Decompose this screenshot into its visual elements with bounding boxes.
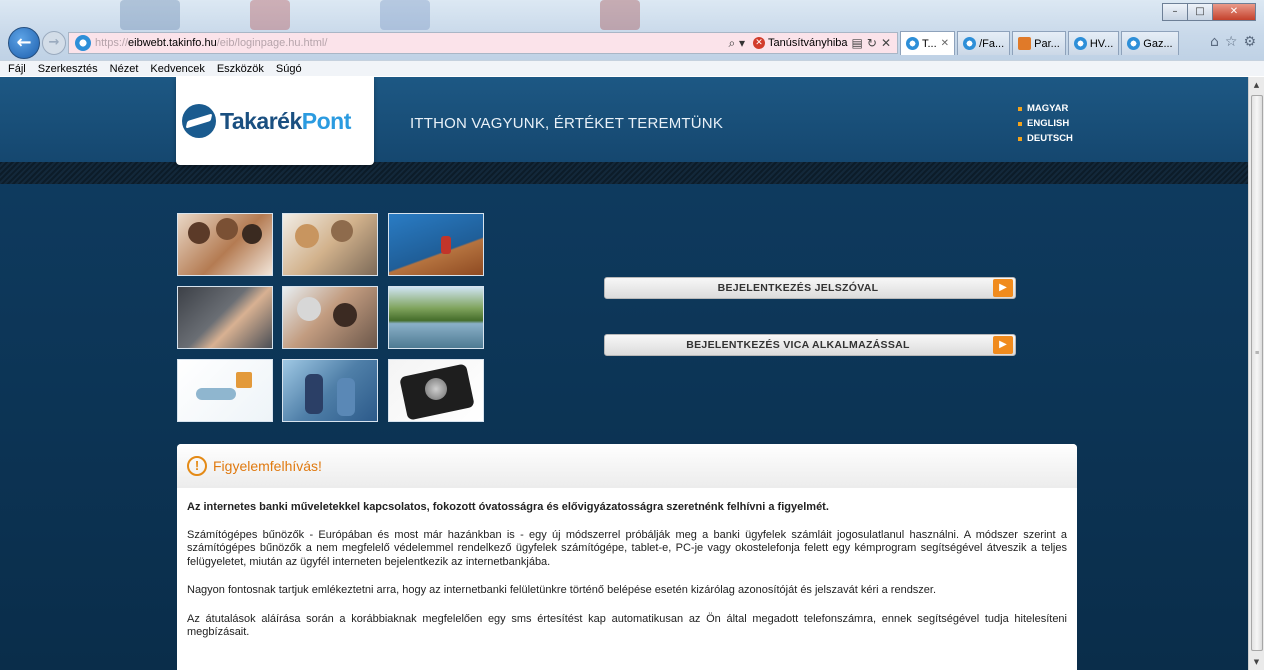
- forward-button[interactable]: →: [42, 31, 66, 55]
- tab-label: /Fa...: [979, 37, 1005, 50]
- arrow-right-icon: ▶: [993, 279, 1013, 297]
- notice-paragraph: Számítógépes bűnözők - Európában és most…: [187, 528, 1067, 568]
- notice-lead: Az internetes banki műveletekkel kapcsol…: [187, 501, 829, 513]
- menu-view[interactable]: Nézet: [110, 63, 139, 75]
- search-dropdown-icon[interactable]: ⌕ ▾: [728, 36, 745, 51]
- home-icon[interactable]: ⌂: [1210, 34, 1219, 50]
- bullet-icon: [1018, 106, 1022, 111]
- scroll-up-arrow-icon[interactable]: ▲: [1249, 77, 1264, 93]
- tab-label: Gaz...: [1143, 37, 1173, 50]
- photo-couple: [282, 286, 378, 349]
- language-label: ENGLISH: [1027, 118, 1070, 129]
- tab-hv[interactable]: HV...: [1067, 31, 1120, 55]
- partner-icon: [1018, 37, 1032, 50]
- login-vica-label: BEJELENTKEZÉS VICA ALKALMAZÁSSAL: [686, 339, 910, 351]
- scroll-down-arrow-icon[interactable]: ▼: [1249, 654, 1264, 670]
- url-scheme: https://: [95, 37, 129, 49]
- tab-strip: T... ✕ /Fa... Par... HV... Gaz...: [900, 31, 1181, 55]
- tab-label: T...: [922, 37, 937, 50]
- photo-friends-laptop: [177, 213, 273, 276]
- url-host: eibwebt.takinfo.hu: [128, 37, 217, 49]
- error-icon: ✕: [753, 37, 766, 49]
- tab-close-icon[interactable]: ✕: [941, 38, 949, 49]
- photo-family: [282, 213, 378, 276]
- tab-label: HV...: [1089, 37, 1114, 50]
- logo-text-part1: Takarék: [220, 107, 302, 134]
- scroll-grip-icon: ≡: [1255, 350, 1260, 357]
- language-label: DEUTSCH: [1027, 133, 1073, 144]
- warning-icon: !: [187, 456, 207, 476]
- bullet-icon: [1018, 136, 1022, 141]
- photo-thumbs-up: [177, 286, 273, 349]
- certificate-error[interactable]: ✕ Tanúsítványhiba: [749, 37, 852, 49]
- favorites-star-icon[interactable]: ☆: [1225, 34, 1238, 50]
- settings-gear-icon[interactable]: ⚙: [1243, 34, 1256, 50]
- notice-paragraph: Az átutalások aláírása során a korábbiak…: [187, 612, 1067, 639]
- language-german[interactable]: DEUTSCH: [1018, 131, 1073, 146]
- language-hungarian[interactable]: MAGYAR: [1018, 101, 1073, 116]
- logo-emblem-icon: [182, 104, 216, 138]
- refresh-icon[interactable]: ↻: [867, 36, 877, 50]
- taskbar-thumbnail: [120, 0, 180, 30]
- vertical-scrollbar[interactable]: ▲ ≡ ▼: [1248, 77, 1264, 670]
- language-selector: MAGYAR ENGLISH DEUTSCH: [1018, 101, 1073, 146]
- address-bar[interactable]: https:// eibwebt.takinfo.hu /eib/loginpa…: [68, 32, 898, 54]
- photo-lake: [388, 286, 484, 349]
- photo-young-couple: [282, 359, 378, 422]
- login-password-label: BEJELENTKEZÉS JELSZÓVAL: [717, 282, 879, 294]
- close-window-button[interactable]: ✕: [1212, 3, 1256, 21]
- taskbar-thumbnail: [380, 0, 430, 30]
- maximize-button[interactable]: □: [1187, 3, 1213, 21]
- certificate-error-label: Tanúsítványhiba: [768, 37, 848, 49]
- logo-text: TakarékPont: [220, 108, 351, 135]
- url-path: /eib/loginpage.hu.html/: [216, 37, 328, 49]
- photo-climber: [388, 213, 484, 276]
- notice-body: Az internetes banki műveletekkel kapcsol…: [177, 488, 1077, 640]
- ie-icon: [1073, 37, 1087, 50]
- browser-tools: ⌂ ☆ ⚙: [1210, 34, 1256, 50]
- notice-header: ! Figyelemfelhívás!: [177, 444, 1077, 488]
- ie-icon: [906, 37, 919, 50]
- notice-panel: ! Figyelemfelhívás! Az internetes banki …: [177, 444, 1077, 670]
- menu-edit[interactable]: Szerkesztés: [38, 63, 98, 75]
- web-page: TakarékPont ITTHON VAGYUNK, ÉRTÉKET TERE…: [0, 77, 1248, 670]
- minimize-button[interactable]: –: [1162, 3, 1188, 21]
- browser-chrome: – □ ✕ ← → https:// eibwebt.takinfo.hu /e…: [0, 0, 1264, 76]
- ie-icon: [75, 35, 91, 51]
- photo-safe: [388, 359, 484, 422]
- notice-paragraph: Nagyon fontosnak tartjuk emlékeztetni ar…: [187, 584, 937, 596]
- language-english[interactable]: ENGLISH: [1018, 116, 1073, 131]
- window-controls: – □ ✕: [1162, 3, 1256, 21]
- site-slogan: ITTHON VAGYUNK, ÉRTÉKET TEREMTÜNK: [410, 115, 724, 132]
- menu-bar: Fájl Szerkesztés Nézet Kedvencek Eszközö…: [0, 60, 1264, 76]
- menu-favorites[interactable]: Kedvencek: [150, 63, 204, 75]
- tab-gaz[interactable]: Gaz...: [1121, 31, 1179, 55]
- bullet-icon: [1018, 121, 1022, 126]
- arrow-right-icon: ▶: [993, 336, 1013, 354]
- ie-icon: [963, 37, 977, 50]
- taskbar-thumbnail: [600, 0, 640, 30]
- menu-help[interactable]: Súgó: [276, 63, 302, 75]
- header-stripe: [0, 162, 1248, 184]
- back-button[interactable]: ←: [8, 27, 40, 59]
- stop-icon[interactable]: ✕: [881, 36, 891, 50]
- tab-takarekpont[interactable]: T... ✕: [900, 31, 956, 55]
- compatibility-view-icon[interactable]: ▤: [852, 36, 863, 50]
- tab-label: Par...: [1034, 37, 1060, 50]
- menu-tools[interactable]: Eszközök: [217, 63, 264, 75]
- login-password-button[interactable]: BEJELENTKEZÉS JELSZÓVAL ▶: [604, 277, 1016, 299]
- notice-title: Figyelemfelhívás!: [213, 458, 322, 474]
- photo-keys: [177, 359, 273, 422]
- taskbar-thumbnail: [250, 0, 290, 30]
- language-label: MAGYAR: [1027, 103, 1069, 114]
- tab-par[interactable]: Par...: [1012, 31, 1066, 55]
- menu-file[interactable]: Fájl: [8, 63, 26, 75]
- scrollbar-thumb[interactable]: ≡: [1251, 95, 1263, 651]
- logo-text-part2: Pont: [301, 107, 352, 134]
- ie-icon: [1127, 37, 1141, 50]
- site-logo[interactable]: TakarékPont: [176, 77, 374, 165]
- tab-fa[interactable]: /Fa...: [957, 31, 1011, 55]
- login-vica-button[interactable]: BEJELENTKEZÉS VICA ALKALMAZÁSSAL ▶: [604, 334, 1016, 356]
